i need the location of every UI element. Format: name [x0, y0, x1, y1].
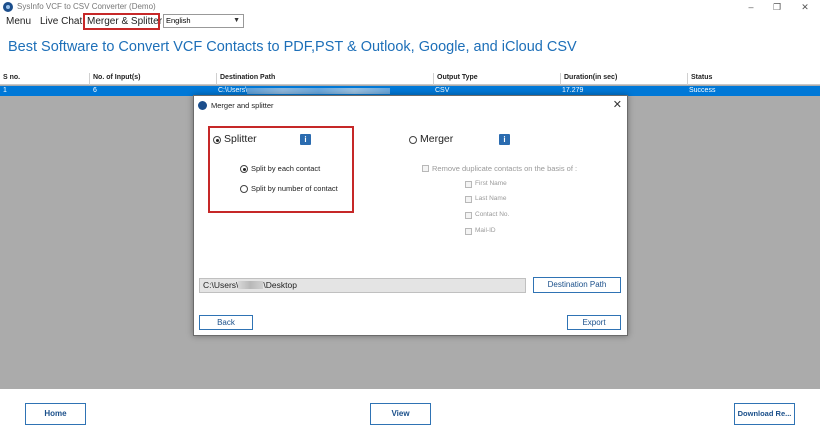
window-title: SysInfo VCF to CSV Converter (Demo): [17, 2, 156, 11]
remove-duplicates-checkbox[interactable]: [422, 165, 429, 172]
cell-duration: 17.279: [562, 87, 584, 94]
title-bar: SysInfo VCF to CSV Converter (Demo) – ❐ …: [0, 0, 820, 14]
language-select-value: English: [166, 16, 191, 25]
mail-id-checkbox[interactable]: [465, 228, 472, 235]
last-name-checkbox[interactable]: [465, 196, 472, 203]
column-header-inputs[interactable]: No. of Input(s): [93, 74, 140, 81]
info-icon[interactable]: i: [300, 134, 311, 145]
merger-label: Merger: [420, 133, 454, 145]
split-each-contact-radio[interactable]: [240, 165, 248, 173]
cell-output-type: CSV: [435, 87, 450, 94]
close-window-button[interactable]: ✕: [798, 0, 812, 14]
export-button[interactable]: Export: [567, 315, 621, 330]
redacted-path: [247, 88, 390, 94]
column-header-sno[interactable]: S no.: [3, 74, 20, 81]
destination-path-field[interactable]: C:\Users\ \Desktop: [199, 278, 526, 293]
column-header-output-type[interactable]: Output Type: [437, 74, 478, 81]
minimize-button[interactable]: –: [744, 0, 758, 14]
splitter-label: Splitter: [224, 133, 257, 145]
merger-radio[interactable]: [409, 136, 417, 144]
mail-id-label: Mail-ID: [475, 227, 496, 234]
menu-item-menu[interactable]: Menu: [6, 15, 31, 29]
splitter-radio[interactable]: [213, 136, 221, 144]
dialog-title: Merger and splitter: [211, 101, 274, 110]
highlight-box-menu: [83, 13, 160, 30]
info-icon[interactable]: i: [499, 134, 510, 145]
cell-status: Success: [689, 87, 716, 94]
chevron-down-icon: ▼: [233, 17, 240, 24]
column-header-duration[interactable]: Duration(in sec): [564, 74, 617, 81]
remove-duplicates-label: Remove duplicate contacts on the basis o…: [432, 164, 578, 173]
redacted-username: [238, 281, 264, 289]
home-button[interactable]: Home: [25, 403, 86, 425]
column-header-destination[interactable]: Destination Path: [220, 74, 275, 81]
contact-no-label: Contact No.: [475, 211, 510, 218]
maximize-button[interactable]: ❐: [770, 0, 784, 14]
table-header: S no. No. of Input(s) Destination Path O…: [0, 73, 820, 85]
split-number-contact-radio[interactable]: [240, 185, 248, 193]
split-each-contact-label: Split by each contact: [251, 164, 321, 173]
cell-destination-path: C:\Users\: [218, 87, 248, 94]
language-select[interactable]: English ▼: [163, 14, 244, 28]
page-headline: Best Software to Convert VCF Contacts to…: [8, 39, 577, 55]
path-prefix: C:\Users\: [203, 280, 239, 290]
menu-item-live-chat[interactable]: Live Chat: [40, 15, 82, 29]
first-name-label: First Name: [475, 180, 507, 187]
dialog-title-bar: Merger and splitter ✕: [194, 96, 627, 115]
column-header-status[interactable]: Status: [691, 74, 712, 81]
view-button[interactable]: View: [370, 403, 431, 425]
split-number-contact-label: Split by number of contact: [251, 184, 338, 193]
cell-sno: 1: [3, 87, 7, 94]
last-name-label: Last Name: [475, 195, 507, 202]
contact-no-checkbox[interactable]: [465, 212, 472, 219]
path-suffix: \Desktop: [263, 280, 297, 290]
download-report-button[interactable]: Download Re...: [734, 403, 795, 425]
cell-inputs: 6: [93, 87, 97, 94]
merger-splitter-dialog: Merger and splitter ✕ Splitter i Split b…: [193, 95, 628, 336]
destination-path-button[interactable]: Destination Path: [533, 277, 621, 293]
dialog-close-button[interactable]: ✕: [613, 98, 622, 111]
app-logo-icon: [198, 101, 207, 110]
app-logo-icon: [3, 2, 13, 12]
back-button[interactable]: Back: [199, 315, 253, 330]
first-name-checkbox[interactable]: [465, 181, 472, 188]
